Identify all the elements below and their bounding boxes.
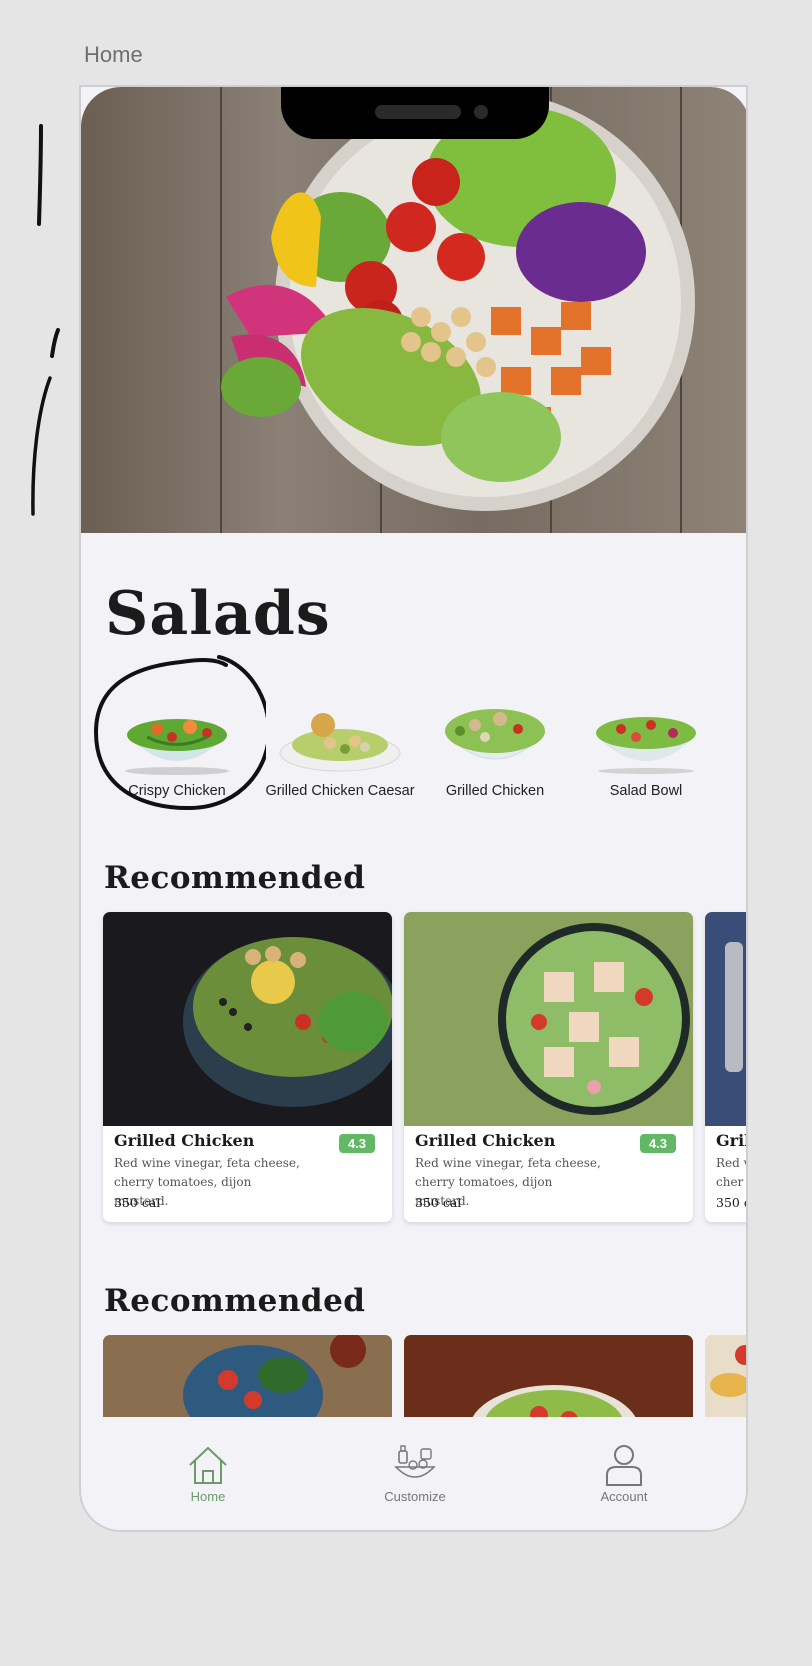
recommended-card[interactable]: Gril Red v cher 350 c <box>705 912 748 1222</box>
salad-bowl-image <box>596 717 696 774</box>
category-grilled-chicken[interactable]: Grilled Chicken <box>415 697 575 799</box>
recommended-heading-2: Recommended <box>104 1283 366 1319</box>
caesar-salad-image <box>279 713 401 772</box>
customize-icon <box>394 1445 436 1478</box>
card-image <box>404 912 693 1126</box>
account-icon <box>606 1445 642 1486</box>
tab-account[interactable]: Account <box>579 1443 669 1504</box>
category-salad-bowl[interactable]: Salad Bowl <box>566 697 726 799</box>
home-icon <box>189 1446 227 1484</box>
front-camera <box>474 105 488 119</box>
card-calories: 350 cal <box>415 1195 462 1210</box>
device-notch <box>281 87 549 139</box>
category-label: Salad Bowl <box>609 783 683 799</box>
speaker-grille <box>375 105 461 119</box>
category-label: Grilled Chicken Caesar <box>265 783 415 799</box>
grilled-chicken-salad-image <box>443 709 547 760</box>
rating-badge: 4.3 <box>640 1134 676 1153</box>
card-title: Grilled Chicken <box>415 1131 556 1150</box>
tab-label: Customize <box>384 1489 446 1504</box>
tab-label: Home <box>190 1489 226 1504</box>
card-image <box>103 912 392 1126</box>
canvas-title: Home <box>84 42 143 67</box>
recommended-card[interactable]: Grilled Chicken 4.3 Red wine vinegar, fe… <box>404 912 693 1222</box>
card-title: Grilled Chicken <box>114 1131 255 1150</box>
card-description: Red v cher <box>716 1156 748 1189</box>
hero-image <box>81 87 746 533</box>
rating-badge: 4.3 <box>339 1134 375 1153</box>
card-calories: 350 c <box>716 1195 748 1210</box>
category-label: Grilled Chicken <box>445 783 545 799</box>
recommended-card[interactable]: Grilled Chicken 4.3 Red wine vinegar, fe… <box>103 912 392 1222</box>
card-image <box>705 912 746 1126</box>
sketch-circle-annotation <box>93 655 266 811</box>
tab-home[interactable]: Home <box>163 1443 253 1504</box>
tab-label: Account <box>600 1489 648 1504</box>
card-title: Gril <box>716 1131 748 1150</box>
bottom-tab-bar: Home Customize Account <box>81 1417 746 1530</box>
card-calories: 350 cal <box>114 1195 161 1210</box>
categories-heading: Salads <box>105 579 331 649</box>
category-grilled-chicken-caesar[interactable]: Grilled Chicken Caesar <box>260 697 420 799</box>
tab-customize[interactable]: Customize <box>370 1443 460 1504</box>
recommended-heading: Recommended <box>104 860 366 896</box>
phone-frame: Salads Crispy Chicken Grilled Chicken Ca… <box>79 85 748 1532</box>
